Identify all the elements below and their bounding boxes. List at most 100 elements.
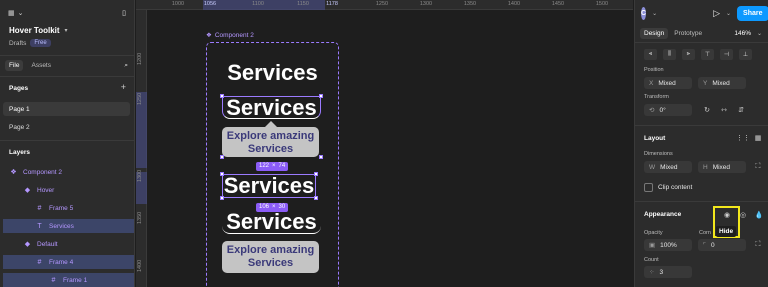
resize-handle[interactable]	[220, 172, 224, 176]
divider	[0, 76, 134, 77]
align-top-icon[interactable]: ⊤	[701, 49, 714, 60]
toolbar-left: ▦ ⌄ ▯	[8, 6, 126, 20]
ruler-tick: 1150	[297, 1, 309, 7]
layer-row[interactable]: ❖ Component 2	[3, 165, 134, 179]
ruler-tick: 1056	[203, 1, 217, 7]
play-icon[interactable]: ▷	[713, 8, 720, 19]
align-left-icon[interactable]: ⫷	[644, 49, 657, 60]
layer-row[interactable]: ◆ Hover	[3, 183, 134, 197]
resize-handle[interactable]	[314, 172, 318, 176]
flip-vertical-icon[interactable]: ⇵	[735, 104, 747, 116]
align-center-icon[interactable]: ⫼	[663, 49, 676, 60]
resize-handle[interactable]	[220, 196, 224, 200]
right-panel: C ⌄ ▷ ⌄ Share Design Prototype 146% ⌄ ⫷ …	[634, 0, 768, 287]
opacity-field[interactable]: ▣ 100%	[644, 239, 692, 251]
x-key: X	[649, 79, 654, 87]
divider	[0, 140, 134, 141]
align-bottom-icon[interactable]: ⊥	[739, 49, 752, 60]
divider	[0, 55, 134, 56]
tab-assets[interactable]: Assets	[27, 60, 55, 71]
width-field[interactable]: W Mixed	[644, 161, 692, 173]
add-page-icon[interactable]: +	[121, 82, 126, 92]
rotation-field[interactable]: ⟲ 0°	[644, 104, 692, 116]
resize-handle[interactable]	[314, 196, 318, 200]
chevron-down-icon[interactable]: ⌄	[726, 10, 731, 17]
x-field[interactable]: X Mixed	[644, 77, 692, 89]
align-right-icon[interactable]: ⫸	[682, 49, 695, 60]
chevron-down-icon[interactable]: ⌄	[652, 10, 657, 17]
zoom-level[interactable]: 146%	[734, 30, 751, 37]
rotate-icon: ⟲	[649, 107, 655, 114]
page-item[interactable]: Page 1	[3, 102, 130, 116]
divider	[635, 201, 768, 202]
layer-row[interactable]: # Frame 4	[3, 255, 134, 269]
ruler-tick: 1500	[595, 1, 609, 7]
layer-row[interactable]: # Frame 5	[3, 201, 134, 215]
layer-label: Component 2	[23, 168, 63, 176]
ruler-tick: 1350	[463, 1, 477, 7]
canvas[interactable]: 1000 1056 1100 1150 1178 1250 1300 1350 …	[136, 0, 633, 287]
drop-icon[interactable]: 💧	[753, 209, 765, 221]
h-value: Mixed	[712, 163, 731, 171]
opacity-value: 100%	[660, 241, 677, 249]
corner-radius-field[interactable]: ⌜ 0	[698, 239, 746, 251]
page-item[interactable]: Page 2	[3, 120, 130, 134]
height-field[interactable]: H Mixed	[698, 161, 746, 173]
rotation-value: 0°	[659, 106, 666, 114]
times-icon: ×	[272, 163, 276, 169]
rotate-90-icon[interactable]: ↻	[701, 104, 713, 116]
layer-label: Services	[49, 222, 74, 230]
ruler-left: 1200 1250 1300 1350 1400	[136, 10, 147, 287]
services-hover-text[interactable]: Services	[222, 96, 321, 119]
clip-content-checkbox[interactable]	[644, 183, 653, 192]
layer-row[interactable]: # Frame 1	[3, 273, 134, 287]
tab-design[interactable]: Design	[640, 27, 669, 39]
sidebar-toggle-icon[interactable]: ▯	[122, 9, 126, 17]
layer-row[interactable]: ◆ Default	[3, 237, 134, 251]
count-icon: ⁘	[649, 269, 655, 276]
project-title[interactable]: Hover Toolkit ▾	[9, 26, 68, 35]
resize-handle[interactable]	[319, 155, 323, 159]
independent-corners-icon[interactable]: ⛶	[752, 239, 764, 251]
flip-horizontal-icon[interactable]: ⇿	[718, 104, 730, 116]
page-label: Page 2	[9, 123, 30, 131]
align-middle-icon[interactable]: ⊣	[720, 49, 733, 60]
ruler-tick: 1400	[137, 259, 143, 272]
clip-content-label: Clip content	[658, 184, 693, 191]
tab-file[interactable]: File	[5, 60, 24, 71]
ruler-tick: 1178	[326, 1, 338, 7]
services-underline-text[interactable]: Services	[222, 211, 321, 234]
resize-handle[interactable]	[220, 94, 224, 98]
layer-row[interactable]: T Services	[3, 219, 134, 233]
services-heading[interactable]: Services	[208, 62, 337, 84]
tooltip-card[interactable]: Explore amazing Services	[222, 241, 319, 273]
tab-prototype[interactable]: Prototype	[674, 30, 702, 37]
ruler-top: 1000 1056 1100 1150 1178 1250 1300 1350 …	[136, 0, 633, 10]
layers-title: Layers	[9, 149, 30, 156]
dimension-width: 122	[259, 163, 270, 169]
resize-handle[interactable]	[319, 94, 323, 98]
chevron-down-icon[interactable]: ⌄	[757, 30, 762, 37]
frame-icon: #	[37, 258, 42, 266]
drafts-label[interactable]: Drafts	[9, 40, 26, 47]
services-default-text[interactable]: Services	[222, 174, 316, 198]
tooltip-card[interactable]: Explore amazing Services	[222, 127, 319, 157]
avatar[interactable]: C	[641, 6, 647, 20]
corner-radius-icon: ⌜	[703, 242, 707, 249]
count-field[interactable]: ⁘ 3	[644, 266, 692, 278]
alignment-row: ⫷ ⫼ ⫸ ⊤ ⊣ ⊥	[644, 49, 752, 60]
resize-handle[interactable]	[220, 155, 224, 159]
x-value: Mixed	[658, 79, 676, 87]
constrain-proportions-icon[interactable]: ⛶	[752, 161, 764, 173]
component-label[interactable]: ❖ Component 2	[206, 31, 254, 40]
divider	[635, 125, 768, 126]
component-set-icon: ❖	[206, 32, 212, 39]
toolbar-right: C ⌄ ▷ ⌄ Share	[641, 4, 768, 22]
search-icon[interactable]: ⌕	[124, 62, 128, 70]
y-field[interactable]: Y Mixed	[698, 77, 746, 89]
share-button[interactable]: Share	[737, 5, 768, 21]
grid-icon[interactable]: ▦	[752, 132, 764, 144]
auto-layout-icon[interactable]: ⋮⋮	[736, 132, 750, 144]
h-key: H	[703, 163, 708, 171]
main-menu-button[interactable]: ▦ ⌄	[8, 9, 24, 17]
